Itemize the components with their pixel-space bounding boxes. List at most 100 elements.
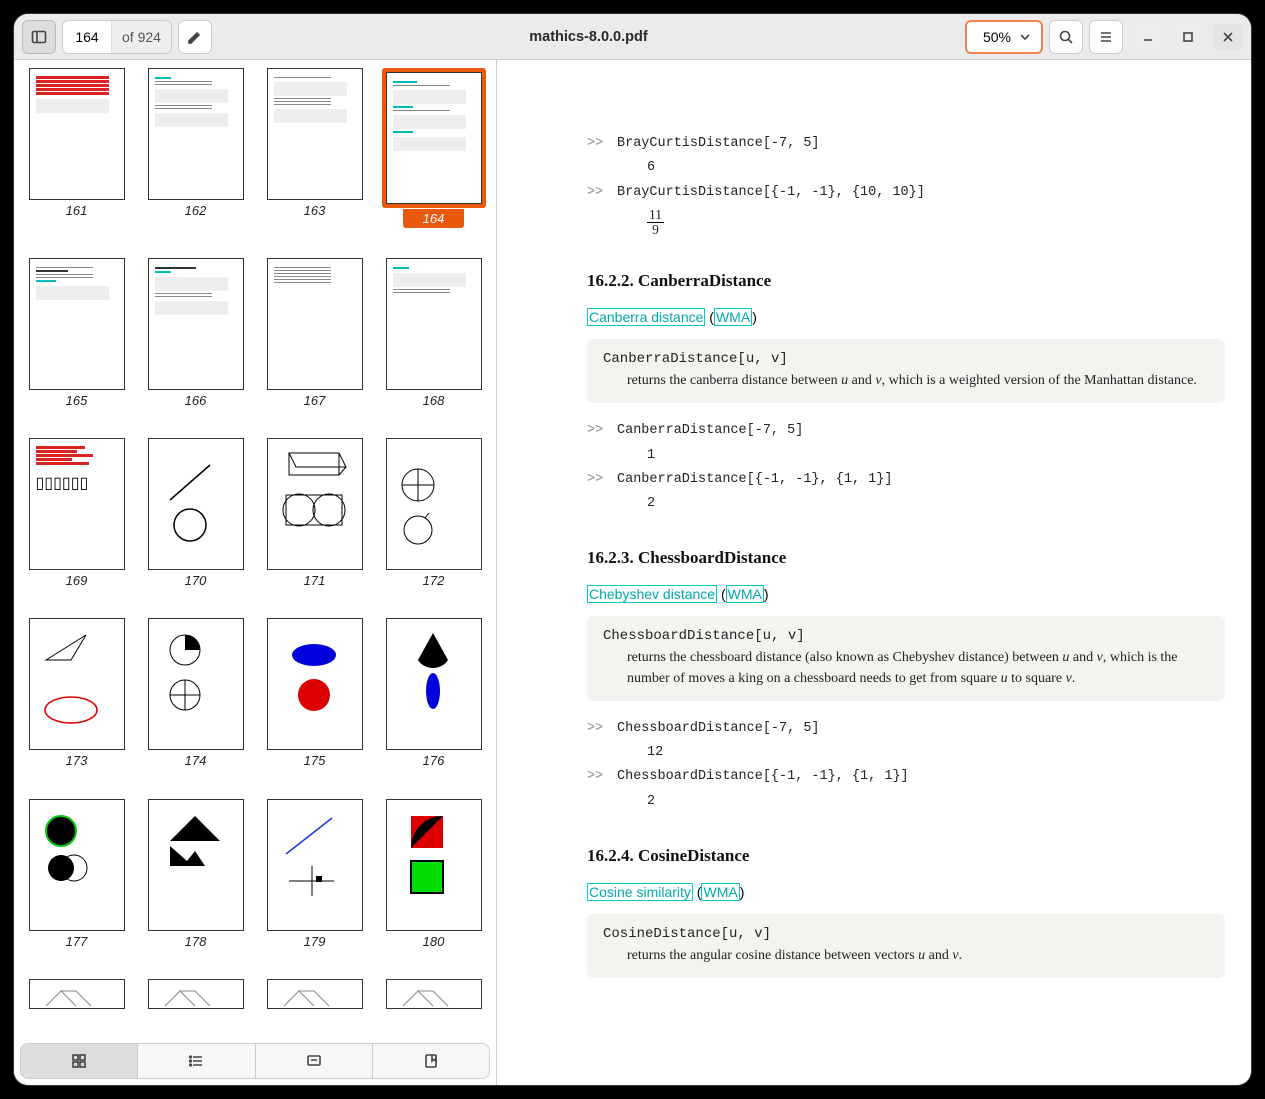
thumbnail-page-170[interactable]: 170 bbox=[143, 438, 248, 608]
code-input: BrayCurtisDistance[-7, 5] bbox=[617, 134, 820, 154]
sidebar-tabs bbox=[20, 1043, 490, 1079]
thumbnail-page-163[interactable]: 163 bbox=[262, 68, 367, 248]
code-output: 2 bbox=[647, 494, 655, 514]
page-number-label: 176 bbox=[423, 753, 445, 768]
prompt: >> bbox=[587, 183, 605, 203]
page-number-label: 164 bbox=[403, 209, 465, 228]
chevron-down-icon bbox=[1017, 29, 1033, 45]
definition-box: CosineDistance[u, v] returns the angular… bbox=[587, 914, 1225, 978]
code-output: 2 bbox=[647, 792, 655, 812]
close-button[interactable] bbox=[1213, 24, 1243, 50]
definition-box: CanberraDistance[u, v] returns the canbe… bbox=[587, 339, 1225, 403]
page-indicator: of 924 bbox=[62, 20, 172, 54]
annotation-icon bbox=[306, 1053, 322, 1069]
wma-link[interactable]: WMA bbox=[726, 585, 764, 603]
page-number-label: 174 bbox=[185, 753, 207, 768]
page-number-label: 177 bbox=[66, 934, 88, 949]
thumbnail-page-164[interactable]: 164 bbox=[381, 68, 486, 248]
current-page-input[interactable] bbox=[63, 21, 111, 53]
description: returns the canberra distance between u … bbox=[603, 371, 1209, 391]
wma-link[interactable]: WMA bbox=[714, 308, 752, 326]
zoom-control[interactable] bbox=[965, 20, 1043, 54]
thumbnail-page-165[interactable]: 165 bbox=[24, 258, 129, 428]
thumbnail-page-168[interactable]: 168 bbox=[381, 258, 486, 428]
code-output: 6 bbox=[647, 158, 655, 178]
code-input: CanberraDistance[{-1, -1}, {1, 1}] bbox=[617, 470, 892, 490]
signature: CanberraDistance[u, v] bbox=[603, 351, 1209, 367]
thumbnail-page-167[interactable]: 167 bbox=[262, 258, 367, 428]
section-links: Chebyshev distance (WMA) bbox=[587, 586, 1225, 602]
bookmark-icon bbox=[423, 1053, 439, 1069]
thumbnail-page-180[interactable]: 180 bbox=[381, 799, 486, 969]
thumbnail-page-184[interactable] bbox=[381, 979, 486, 1029]
search-button[interactable] bbox=[1049, 20, 1083, 54]
page-number-label: 175 bbox=[304, 753, 326, 768]
page-number-label: 170 bbox=[185, 573, 207, 588]
page-number-label: 178 bbox=[185, 934, 207, 949]
thumbnail-grid[interactable]: 161 162 163 164 165 166 167 168 ▯▯▯▯▯▯169 170 171 1… bbox=[14, 60, 496, 1037]
description: returns the angular cosine distance betw… bbox=[603, 946, 1209, 966]
thumbnail-page-176[interactable]: 176 bbox=[381, 618, 486, 788]
thumbnail-page-166[interactable]: 166 bbox=[143, 258, 248, 428]
thumbnail-page-161[interactable]: 161 bbox=[24, 68, 129, 248]
list-icon bbox=[188, 1053, 204, 1069]
tab-annotations[interactable] bbox=[256, 1044, 373, 1078]
thumbnail-page-174[interactable]: 174 bbox=[143, 618, 248, 788]
page-number-label: 162 bbox=[185, 203, 207, 218]
grid-icon bbox=[71, 1053, 87, 1069]
thumbnail-page-173[interactable]: 173 bbox=[24, 618, 129, 788]
titlebar: of 924 mathics-8.0.0.pdf bbox=[14, 14, 1251, 60]
tab-bookmarks[interactable] bbox=[373, 1044, 489, 1078]
thumbnail-page-178[interactable]: 178 bbox=[143, 799, 248, 969]
wiki-link[interactable]: Canberra distance bbox=[587, 308, 705, 326]
close-icon bbox=[1220, 29, 1236, 45]
tab-thumbnails[interactable] bbox=[21, 1044, 138, 1078]
definition-box: ChessboardDistance[u, v] returns the che… bbox=[587, 616, 1225, 701]
page-number-label: 166 bbox=[185, 393, 207, 408]
zoom-input[interactable] bbox=[975, 29, 1011, 45]
wiki-link[interactable]: Chebyshev distance bbox=[587, 585, 717, 603]
page-number-label: 171 bbox=[304, 573, 326, 588]
thumbnail-page-181[interactable] bbox=[24, 979, 129, 1029]
page-number-label: 180 bbox=[423, 934, 445, 949]
tab-outline[interactable] bbox=[138, 1044, 255, 1078]
annotate-button[interactable] bbox=[178, 20, 212, 54]
thumbnail-page-179[interactable]: 179 bbox=[262, 799, 367, 969]
menu-button[interactable] bbox=[1089, 20, 1123, 54]
code-input: CanberraDistance[-7, 5] bbox=[617, 421, 803, 441]
body: 161 162 163 164 165 166 167 168 ▯▯▯▯▯▯169 170 171 1… bbox=[14, 60, 1251, 1085]
page-number-label: 179 bbox=[304, 934, 326, 949]
page-number-label: 168 bbox=[423, 393, 445, 408]
page-number-label: 169 bbox=[66, 573, 88, 588]
wiki-link[interactable]: Cosine similarity bbox=[587, 883, 693, 901]
thumbnail-page-175[interactable]: 175 bbox=[262, 618, 367, 788]
hamburger-icon bbox=[1098, 29, 1114, 45]
minimize-button[interactable] bbox=[1133, 24, 1163, 50]
code-output: 12 bbox=[647, 743, 663, 763]
document-view[interactable]: >>BrayCurtisDistance[-7, 5] 6 >>BrayCurt… bbox=[497, 60, 1251, 1085]
sidebar: 161 162 163 164 165 166 167 168 ▯▯▯▯▯▯169 170 171 1… bbox=[14, 60, 497, 1085]
search-icon bbox=[1058, 29, 1074, 45]
description: returns the chessboard distance (also kn… bbox=[603, 648, 1209, 689]
wma-link[interactable]: WMA bbox=[701, 883, 739, 901]
section-links: Cosine similarity (WMA) bbox=[587, 884, 1225, 900]
section-heading: 16.2.3. ChessboardDistance bbox=[587, 548, 1225, 568]
prompt: >> bbox=[587, 134, 605, 154]
signature: ChessboardDistance[u, v] bbox=[603, 628, 1209, 644]
section-heading: 16.2.2. CanberraDistance bbox=[587, 271, 1225, 291]
thumbnail-page-177[interactable]: 177 bbox=[24, 799, 129, 969]
page-number-label: 172 bbox=[423, 573, 445, 588]
thumbnail-page-183[interactable] bbox=[262, 979, 367, 1029]
section-links: Canberra distance (WMA) bbox=[587, 309, 1225, 325]
code-output: 119 bbox=[647, 207, 664, 237]
thumbnail-page-169[interactable]: ▯▯▯▯▯▯169 bbox=[24, 438, 129, 608]
thumbnail-page-172[interactable]: 172 bbox=[381, 438, 486, 608]
maximize-button[interactable] bbox=[1173, 24, 1203, 50]
thumbnail-page-162[interactable]: 162 bbox=[143, 68, 248, 248]
thumbnail-page-171[interactable]: 171 bbox=[262, 438, 367, 608]
page-number-label: 165 bbox=[66, 393, 88, 408]
page-number-label: 167 bbox=[304, 393, 326, 408]
thumbnail-page-182[interactable] bbox=[143, 979, 248, 1029]
document-title: mathics-8.0.0.pdf bbox=[218, 29, 959, 45]
toggle-sidebar-button[interactable] bbox=[22, 20, 56, 54]
